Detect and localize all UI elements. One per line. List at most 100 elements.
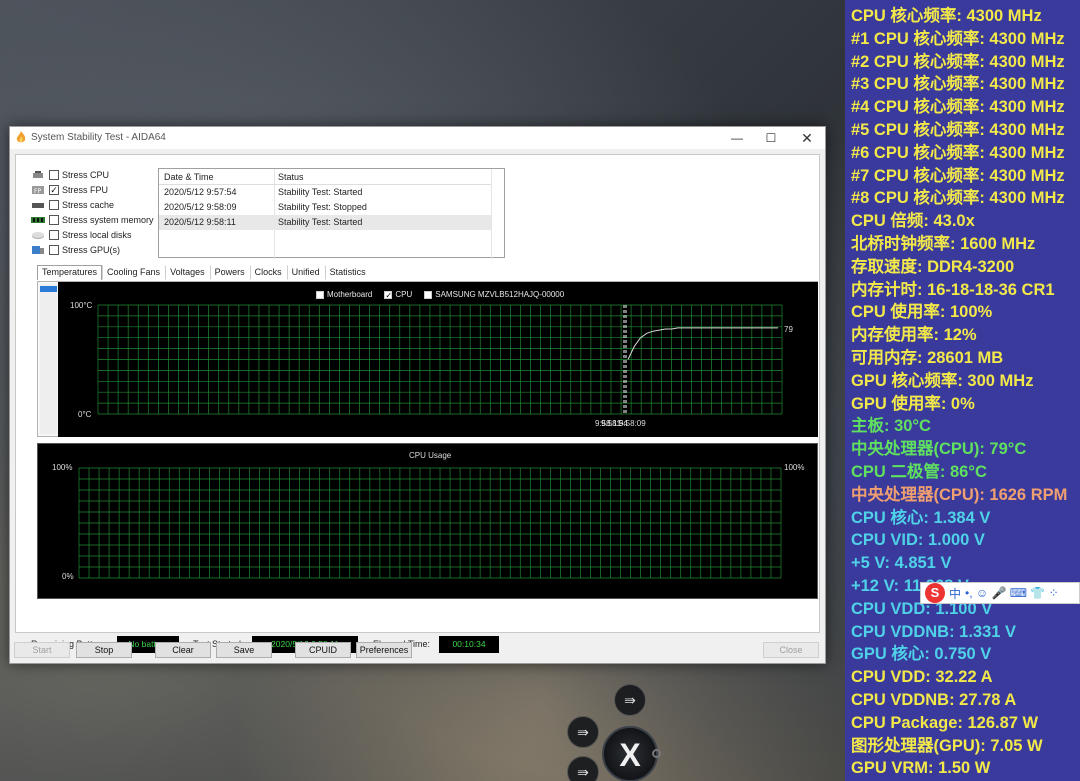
ime-toolbar[interactable]: S 中 •, ☺ 🎤 ⌨ 👕 ⁘ <box>920 582 1080 604</box>
client-area: Stress CPU FP ✓ Stress FPU Stress cache … <box>15 154 820 653</box>
disk-drive-icon <box>31 230 45 240</box>
legend-motherboard[interactable]: Motherboard <box>316 290 372 299</box>
stress-cpu-label: Stress CPU <box>62 169 110 180</box>
usage-graph-title: CPU Usage <box>409 451 452 460</box>
tab-temperatures[interactable]: Temperatures <box>37 265 103 280</box>
osd-line: #6 CPU 核心频率: 4300 MHz <box>851 143 1065 162</box>
stress-cache-label: Stress cache <box>62 199 115 210</box>
close-window-button[interactable]: ✕ <box>791 129 823 147</box>
temperature-graph-canvas <box>97 304 783 415</box>
osd-line: 主板: 30°C <box>851 417 931 436</box>
cpu-temperature-line <box>627 327 778 360</box>
event-log-table[interactable]: Date & Time Status 2020/5/12 9:57:54 Sta… <box>158 168 505 259</box>
osd-line: GPU 核心: 0.750 V <box>851 645 992 664</box>
osd-line: GPU 核心频率: 300 MHz <box>851 371 1034 390</box>
sensor-scrollbar[interactable] <box>40 284 57 434</box>
osd-line: #1 CPU 核心频率: 4300 MHz <box>851 29 1065 48</box>
save-button[interactable]: Save <box>216 642 272 658</box>
temp-x-label-2: 9:58:09 <box>619 419 646 428</box>
ime-tool-icons[interactable]: •, ☺ 🎤 ⌨ 👕 ⁘ <box>965 586 1059 600</box>
fan-mode-bottom-button[interactable]: ⇛ <box>567 756 599 781</box>
fan-mode-top-button[interactable]: ⇛ <box>614 684 646 716</box>
column-header-status[interactable]: Status <box>278 170 304 185</box>
close-button[interactable]: Close <box>763 642 819 658</box>
memory-module-icon <box>31 215 45 225</box>
stress-memory-checkbox[interactable] <box>49 214 59 225</box>
stress-fpu-option[interactable]: FP ✓ Stress FPU <box>31 182 108 197</box>
osd-line: 中央处理器(CPU): 79°C <box>851 440 1027 459</box>
usage-y-top-left: 100% <box>52 463 73 472</box>
graph-grid <box>97 304 783 415</box>
legend-cpu-checkbox[interactable]: ✓ <box>384 290 393 299</box>
row-datetime: 2020/5/12 9:57:54 <box>164 187 237 197</box>
ime-language-toggle[interactable]: 中 <box>949 585 961 602</box>
cpu-usage-canvas <box>78 467 782 579</box>
row-status: Stability Test: Stopped <box>278 202 367 212</box>
aida64-flame-icon <box>16 131 26 143</box>
tab-powers[interactable]: Powers <box>209 265 250 280</box>
temperature-graph: Motherboard ✓ CPU SAMSUNG MZVLB512HAJQ-00… <box>58 282 818 437</box>
sogou-logo-icon[interactable]: S <box>925 583 945 603</box>
table-header: Date & Time Status <box>159 170 491 185</box>
tab-statistics[interactable]: Statistics <box>324 265 371 280</box>
stress-gpu-checkbox[interactable] <box>49 244 59 255</box>
table-row[interactable]: 2020/5/12 9:58:11 Stability Test: Starte… <box>159 215 491 230</box>
stress-disks-checkbox[interactable] <box>49 229 59 240</box>
legend-cpu-label: CPU <box>395 290 413 299</box>
osd-line: 存取速度: DDR4-3200 <box>851 257 1015 276</box>
maximize-button[interactable]: ☐ <box>755 129 787 147</box>
row-status: Stability Test: Started <box>278 217 363 227</box>
window-titlebar[interactable]: System Stability Test - AIDA64 — ☐ ✕ <box>10 127 825 149</box>
osd-line: #4 CPU 核心频率: 4300 MHz <box>851 98 1065 117</box>
tab-unified[interactable]: Unified <box>286 265 325 280</box>
osd-line: CPU 使用率: 100% <box>851 303 993 322</box>
osd-line: 内存使用率: 12% <box>851 326 977 345</box>
usage-y-bottom: 0% <box>62 572 74 581</box>
column-divider <box>491 169 492 259</box>
tab-cooling-fans[interactable]: Cooling Fans <box>102 265 165 280</box>
osd-line: GPU 使用率: 0% <box>851 394 975 413</box>
fpu-icon: FP <box>31 185 45 195</box>
osd-line: 内存计时: 16-18-18-36 CR1 <box>851 280 1055 299</box>
scrollbar-thumb[interactable] <box>40 286 57 292</box>
osd-line: #8 CPU 核心频率: 4300 MHz <box>851 189 1065 208</box>
osd-line: CPU Package: 126.87 W <box>851 713 1039 732</box>
legend-cpu[interactable]: ✓ CPU <box>384 290 412 299</box>
stress-cpu-checkbox[interactable] <box>49 169 59 180</box>
row-datetime: 2020/5/12 9:58:11 <box>164 217 236 227</box>
minimize-button[interactable]: — <box>721 129 753 147</box>
osd-line: CPU 二极管: 86°C <box>851 463 987 481</box>
stress-disks-label: Stress local disks <box>62 229 132 240</box>
osd-line: #3 CPU 核心频率: 4300 MHz <box>851 75 1065 94</box>
stress-cache-checkbox[interactable] <box>49 199 59 210</box>
stress-gpu-option[interactable]: Stress GPU(s) <box>31 242 120 257</box>
cpuid-button[interactable]: CPUID <box>295 642 351 658</box>
legend-ssd[interactable]: SAMSUNG MZVLB512HAJQ-00000 <box>424 290 564 299</box>
graph-tabs: Temperatures Cooling Fans Voltages Power… <box>37 265 371 280</box>
tab-voltages[interactable]: Voltages <box>165 265 210 280</box>
clear-button[interactable]: Clear <box>155 642 211 658</box>
usage-y-top-right: 100% <box>784 463 805 472</box>
table-row[interactable]: 2020/5/12 9:58:09 Stability Test: Stoppe… <box>159 200 491 215</box>
start-button[interactable]: Start <box>14 642 70 658</box>
tab-clocks[interactable]: Clocks <box>249 265 287 280</box>
main-widget-button[interactable]: X <box>602 726 658 781</box>
stress-cache-option[interactable]: Stress cache <box>31 197 114 212</box>
fan-mode-left-button[interactable]: ⇛ <box>567 716 599 748</box>
osd-line: +5 V: 4.851 V <box>851 554 952 573</box>
elapsed-time-value: 00:10:34 <box>439 636 499 653</box>
widget-indicator-icon <box>652 749 661 758</box>
legend-ssd-checkbox[interactable] <box>424 290 433 299</box>
stress-fpu-checkbox[interactable]: ✓ <box>49 184 59 195</box>
preferences-button[interactable]: Preferences <box>356 642 412 658</box>
stress-disks-option[interactable]: Stress local disks <box>31 227 132 242</box>
column-header-datetime[interactable]: Date & Time <box>164 170 214 185</box>
stress-cpu-option[interactable]: Stress CPU <box>31 167 109 182</box>
table-row[interactable]: 2020/5/12 9:57:54 Stability Test: Starte… <box>159 185 491 200</box>
stress-memory-label: Stress system memory <box>62 214 154 225</box>
stress-memory-option[interactable]: Stress system memory <box>31 212 154 227</box>
legend-motherboard-checkbox[interactable] <box>316 290 324 299</box>
stop-button[interactable]: Stop <box>76 642 132 658</box>
stress-fpu-label: Stress FPU <box>62 184 109 195</box>
cache-chip-icon <box>31 200 45 210</box>
